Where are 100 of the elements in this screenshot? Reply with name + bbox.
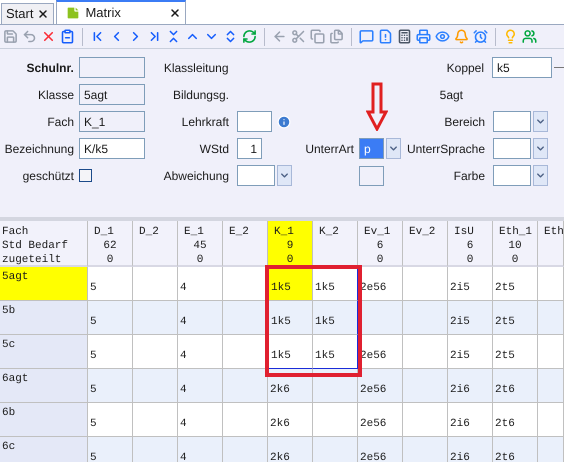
table-cell[interactable]: 2t5 — [493, 267, 538, 301]
table-cell[interactable] — [133, 437, 178, 462]
text-field[interactable] — [78, 57, 145, 78]
table-cell[interactable]: 1k5 — [313, 301, 358, 335]
table-cell[interactable]: 5 — [88, 437, 133, 462]
close-icon[interactable] — [37, 8, 50, 20]
table-cell[interactable]: 5 — [88, 301, 133, 335]
dropdown-button[interactable] — [386, 138, 401, 159]
table-cell[interactable]: 5 — [88, 403, 133, 437]
table-cell[interactable]: 1k5 — [268, 267, 313, 301]
combo-field[interactable] — [493, 111, 531, 132]
table-cell[interactable] — [403, 267, 448, 301]
table-cell[interactable] — [538, 403, 564, 437]
table-cell[interactable]: 4 — [178, 437, 223, 462]
table-cell[interactable] — [133, 369, 178, 403]
text-field[interactable]: K_1 — [79, 111, 145, 132]
table-cell[interactable]: 2k6 — [268, 437, 313, 462]
combo-field[interactable] — [493, 138, 531, 159]
column-header[interactable]: Eth_1 10 0 — [493, 221, 538, 267]
table-cell[interactable] — [133, 267, 178, 301]
table-cell[interactable]: 4 — [178, 301, 223, 335]
table-cell[interactable] — [223, 437, 268, 462]
refresh-icon[interactable] — [242, 29, 257, 44]
table-cell[interactable]: 4 — [178, 403, 223, 437]
column-header[interactable]: E_1 45 0 — [178, 221, 223, 267]
table-cell[interactable] — [403, 301, 448, 335]
table-cell[interactable]: 2t5 — [493, 335, 538, 369]
table-cell[interactable]: 2i5 — [448, 267, 493, 301]
table-cell[interactable] — [223, 369, 268, 403]
column-header[interactable]: E_2 — [223, 221, 268, 267]
text-field[interactable]: K/k5 — [79, 138, 145, 159]
table-cell[interactable]: 2t5 — [493, 301, 538, 335]
table-cell[interactable]: 2t6 — [493, 369, 538, 403]
table-cell[interactable]: 5 — [88, 335, 133, 369]
table-cell[interactable]: 2i6 — [448, 437, 493, 462]
bell-icon[interactable] — [454, 29, 469, 44]
column-header[interactable]: Ev_2 — [403, 221, 448, 267]
row-header[interactable]: 5agt — [0, 267, 88, 301]
column-header[interactable]: K_1 9 0 — [268, 221, 313, 267]
table-cell[interactable]: 2e56 — [358, 369, 403, 403]
table-cell[interactable] — [538, 369, 564, 403]
number-field[interactable]: 1 — [237, 138, 262, 159]
table-cell[interactable]: 2k6 — [268, 403, 313, 437]
dropdown-button[interactable] — [277, 165, 292, 186]
table-cell[interactable] — [223, 301, 268, 335]
table-cell[interactable] — [403, 369, 448, 403]
table-cell[interactable]: 2e56 — [358, 403, 403, 437]
scissors-icon[interactable] — [291, 29, 306, 44]
tab[interactable]: Start — [1, 3, 54, 24]
undo-icon[interactable] — [22, 29, 37, 44]
column-header[interactable]: IsU 6 0 — [448, 221, 493, 267]
column-header[interactable]: Eth — [538, 221, 564, 267]
row-header[interactable]: 5b — [0, 301, 88, 335]
table-cell[interactable]: 2e56 — [358, 437, 403, 462]
alarm-clock-icon[interactable] — [473, 29, 488, 44]
table-cell[interactable]: 4 — [178, 267, 223, 301]
color-box[interactable] — [359, 166, 384, 186]
table-cell[interactable]: 1k5 — [313, 267, 358, 301]
lightbulb-icon[interactable] — [503, 29, 518, 44]
combo-field[interactable] — [237, 165, 275, 186]
table-cell[interactable] — [223, 403, 268, 437]
table-cell[interactable] — [133, 403, 178, 437]
table-cell[interactable]: 1k5 — [268, 335, 313, 369]
table-cell[interactable] — [223, 335, 268, 369]
document-warning-icon[interactable] — [378, 29, 393, 44]
table-cell[interactable] — [133, 335, 178, 369]
table-cell[interactable] — [133, 301, 178, 335]
table-cell[interactable]: 4 — [178, 335, 223, 369]
table-cell[interactable]: 2i6 — [448, 403, 493, 437]
table-cell[interactable]: 2i6 — [448, 369, 493, 403]
row-header[interactable]: 5c — [0, 335, 88, 369]
table-cell[interactable] — [403, 335, 448, 369]
dropdown-button[interactable] — [533, 111, 548, 132]
table-cell[interactable] — [538, 437, 564, 462]
printer-icon[interactable] — [416, 29, 431, 44]
table-cell[interactable]: 5 — [88, 267, 133, 301]
column-header[interactable]: D_1 62 0 — [88, 221, 133, 267]
table-cell[interactable] — [223, 267, 268, 301]
table-cell[interactable]: 1k5 — [268, 301, 313, 335]
combo-field[interactable] — [493, 165, 531, 186]
paste-icon[interactable] — [329, 29, 344, 44]
tab[interactable]: Matrix — [56, 0, 186, 24]
dropdown-button[interactable] — [533, 165, 548, 186]
info-icon[interactable] — [277, 114, 291, 128]
table-cell[interactable] — [538, 267, 564, 301]
row-header[interactable]: 6c — [0, 437, 88, 462]
dropdown-button[interactable] — [533, 138, 548, 159]
save-icon[interactable] — [3, 29, 18, 44]
table-cell[interactable]: 4 — [178, 369, 223, 403]
users-icon[interactable] — [522, 29, 537, 44]
copy-icon[interactable] — [310, 29, 325, 44]
text-field[interactable] — [237, 111, 272, 132]
eye-icon[interactable] — [435, 29, 450, 44]
table-cell[interactable]: 2i5 — [448, 301, 493, 335]
table-cell[interactable]: 2t6 — [493, 437, 538, 462]
table-cell[interactable] — [403, 403, 448, 437]
row-header[interactable]: 6agt — [0, 369, 88, 403]
table-cell[interactable] — [403, 437, 448, 462]
table-cell[interactable] — [538, 335, 564, 369]
combo-field[interactable]: p — [359, 138, 384, 159]
